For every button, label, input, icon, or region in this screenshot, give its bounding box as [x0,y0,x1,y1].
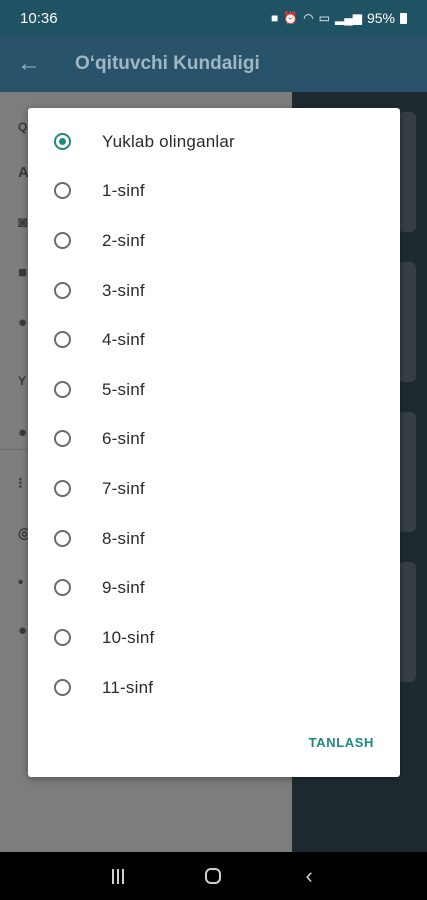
option-6-sinf[interactable]: 6-sinf [28,414,400,463]
radio-unchecked-icon[interactable] [54,579,71,596]
back-nav-icon[interactable]: ‹ [289,863,329,889]
bg-fragment: ● [18,424,28,441]
bg-fragment: Q [18,120,28,134]
option-9-sinf[interactable]: 9-sinf [28,563,400,612]
option-label: 6-sinf [102,428,145,448]
app-bar: ← O‘qituvchi Kundaligi [0,36,427,92]
radio-unchecked-icon[interactable] [54,480,71,497]
option-1-sinf[interactable]: 1-sinf [28,166,400,215]
status-bar: 10:36 ■ ⏰ ◠ ▭ ▂▄▆ 95% [0,0,427,36]
option-2-sinf[interactable]: 2-sinf [28,216,400,265]
radio-checked-icon[interactable] [54,133,71,150]
bg-fragment: • [18,574,24,591]
bg-fragment: Y [18,374,27,388]
radio-unchecked-icon[interactable] [54,679,71,696]
radio-unchecked-icon[interactable] [54,232,71,249]
bg-fragment: ● [18,314,28,331]
option-label: 1-sinf [102,180,145,200]
alarm-icon: ⏰ [283,11,299,25]
radio-unchecked-icon[interactable] [54,182,71,199]
app-title: O‘qituvchi Kundaligi [75,53,260,74]
bg-fragment: ◙ [18,214,28,231]
tanlash-button[interactable]: TANLASH [309,735,374,750]
option-label: 8-sinf [102,528,145,548]
background-card [398,262,416,382]
background-card [398,412,416,532]
option-label: Yuklab olinganlar [102,131,235,151]
radio-unchecked-icon[interactable] [54,629,71,646]
battery-percent: 95% [366,10,395,26]
home-icon[interactable] [193,868,233,884]
signal-icon: ▂▄▆ [335,11,362,25]
background-card [398,562,416,682]
option-10-sinf[interactable]: 10-sinf [28,613,400,662]
option-7-sinf[interactable]: 7-sinf [28,464,400,513]
background-card [398,112,416,232]
option-label: 9-sinf [102,577,145,597]
bg-fragment: ● [18,622,28,639]
wifi-icon: ◠ [303,11,314,25]
option-label: 5-sinf [102,379,145,399]
radio-unchecked-icon[interactable] [54,282,71,299]
volte-icon: ▭ [318,11,330,25]
option-label: 2-sinf [102,230,145,250]
radio-unchecked-icon[interactable] [54,331,71,348]
option-label: 4-sinf [102,329,145,349]
status-icons: ■ ⏰ ◠ ▭ ▂▄▆ 95% [271,10,407,26]
status-time: 10:36 [20,9,58,27]
option-4-sinf[interactable]: 4-sinf [28,315,400,364]
option-yuklab-olinganlar[interactable]: Yuklab olinganlar [28,117,400,166]
option-5-sinf[interactable]: 5-sinf [28,365,400,414]
option-label: 7-sinf [102,478,145,498]
battery-icon [400,12,407,24]
radio-unchecked-icon[interactable] [54,381,71,398]
option-3-sinf[interactable]: 3-sinf [28,266,400,315]
class-select-dialog: Yuklab olinganlar 1-sinf 2-sinf 3-sinf 4… [28,108,400,777]
recent-apps-icon[interactable] [98,868,138,884]
option-label: 11-sinf [102,677,154,697]
radio-unchecked-icon[interactable] [54,430,71,447]
system-nav-bar: ‹ [0,852,427,900]
notification-icon: ■ [270,11,279,25]
option-label: 3-sinf [102,280,145,300]
radio-unchecked-icon[interactable] [54,530,71,547]
option-8-sinf[interactable]: 8-sinf [28,514,400,563]
bg-fragment: ⁝ [18,475,23,492]
bg-fragment: ■ [18,264,28,281]
arrow-back-icon[interactable]: ← [0,50,58,78]
option-11-sinf[interactable]: 11-sinf [28,663,400,712]
option-label: 10-sinf [102,627,155,647]
